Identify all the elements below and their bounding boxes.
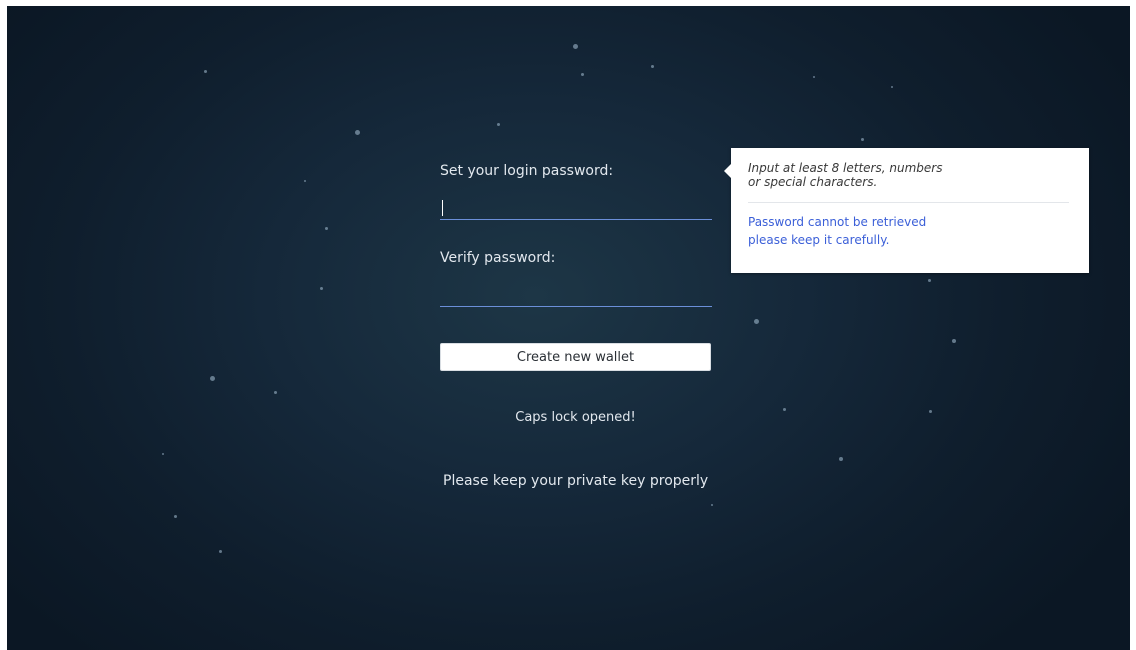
star (783, 408, 786, 411)
star (754, 319, 759, 324)
text-caret (442, 200, 443, 216)
star (204, 70, 207, 73)
tooltip-hint-line-2: or special characters. (748, 175, 878, 189)
star (839, 457, 843, 461)
star (355, 130, 360, 135)
star (320, 287, 323, 290)
star (219, 550, 222, 553)
star (711, 504, 713, 506)
star (274, 391, 277, 394)
password-label: Set your login password: (440, 163, 614, 179)
wallet-setup-window: Set your login password: Verify password… (7, 6, 1130, 650)
create-wallet-button[interactable]: Create new wallet (440, 343, 711, 371)
star (210, 376, 215, 381)
star (304, 180, 306, 182)
verify-password-label: Verify password: (440, 250, 556, 266)
verify-password-input[interactable] (440, 281, 712, 307)
star (581, 73, 584, 76)
star (813, 76, 815, 78)
star (651, 65, 654, 68)
star (497, 123, 500, 126)
star (325, 227, 328, 230)
tooltip-warning-line-2: please keep it carefully. (748, 233, 890, 247)
star (952, 339, 956, 343)
star (174, 515, 177, 518)
star (891, 86, 893, 88)
star (162, 453, 164, 455)
password-input[interactable] (440, 194, 712, 220)
star (573, 44, 578, 49)
star (861, 138, 864, 141)
tooltip-divider (748, 202, 1069, 203)
star (928, 279, 931, 282)
caps-lock-warning: Caps lock opened! (515, 410, 636, 425)
star (929, 410, 932, 413)
tooltip-hint-line-1: Input at least 8 letters, numbers (748, 161, 943, 175)
private-key-notice: Please keep your private key properly (443, 473, 709, 489)
tooltip-warning-line-1: Password cannot be retrieved (748, 215, 927, 229)
password-hint-tooltip: Input at least 8 letters, numbers or spe… (724, 148, 1089, 273)
